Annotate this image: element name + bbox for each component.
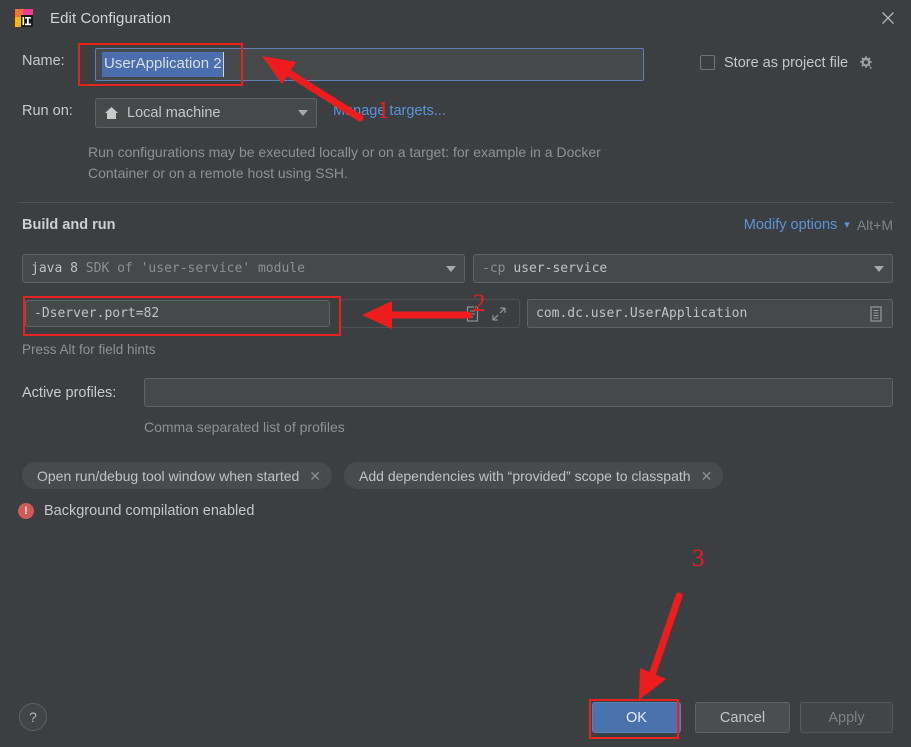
sdk-dropdown[interactable]: java 8 SDK of 'user-service' module [22, 254, 465, 283]
store-as-project-file-row[interactable]: Store as project file [700, 54, 874, 71]
sdk-primary: java 8 [31, 261, 78, 276]
vm-options-icon-group [340, 299, 520, 328]
option-chip-label: Add dependencies with “provided” scope t… [359, 467, 691, 484]
name-label: Name: [22, 53, 65, 69]
chip-close-icon[interactable]: ✕ [309, 469, 321, 483]
annotation-marker-2: 2 [473, 290, 486, 317]
option-chip[interactable]: Open run/debug tool window when started … [22, 462, 333, 489]
expand-icon[interactable] [491, 305, 507, 323]
apply-button: Apply [800, 702, 893, 733]
active-profiles-label: Active profiles: [22, 385, 117, 401]
name-input-value: UserApplication 2 [102, 52, 224, 77]
sdk-secondary: SDK of 'user-service' module [85, 261, 305, 276]
intellij-idea-icon [14, 8, 34, 28]
browse-class-icon[interactable] [868, 305, 884, 323]
annotation-marker-3: 3 [692, 545, 705, 572]
store-as-project-file-label: Store as project file [724, 54, 849, 71]
sdk-value: java 8 SDK of 'user-service' module [31, 261, 446, 276]
run-on-dropdown[interactable]: Local machine [95, 98, 317, 128]
annotation-marker-1: 1 [377, 97, 390, 124]
modify-options-shortcut: Alt+M [856, 217, 893, 233]
classpath-dropdown[interactable]: -cp user-service [473, 254, 893, 283]
chip-close-icon[interactable]: ✕ [701, 469, 713, 483]
vm-options-value: -Dserver.port=82 [34, 306, 160, 321]
status-message: Background compilation enabled [44, 503, 255, 519]
classpath-value: -cp user-service [482, 261, 874, 276]
option-chips: Open run/debug tool window when started … [22, 462, 724, 489]
cancel-button[interactable]: Cancel [695, 702, 790, 733]
option-chip[interactable]: Add dependencies with “provided” scope t… [344, 462, 724, 489]
classpath-module: user-service [513, 261, 608, 276]
title-bar: Edit Configuration [0, 0, 911, 36]
main-class-input[interactable]: com.dc.user.UserApplication [527, 299, 893, 328]
section-divider [18, 202, 893, 203]
close-icon[interactable] [865, 0, 911, 36]
chevron-down-icon [446, 265, 456, 272]
chevron-down-icon: ▾ [844, 218, 850, 231]
help-button[interactable]: ? [19, 703, 47, 731]
chevron-down-icon [298, 110, 308, 116]
vm-options-input[interactable]: -Dserver.port=82 [25, 300, 330, 327]
modify-options-row[interactable]: Modify options ▾ Alt+M [744, 217, 893, 233]
run-target-description: Run configurations may be executed local… [88, 144, 601, 181]
active-profiles-hint: Comma separated list of profiles [144, 419, 345, 435]
classpath-flag: -cp [482, 261, 506, 276]
run-on-value: Local machine [127, 105, 221, 121]
name-input[interactable]: UserApplication 2 [95, 48, 644, 81]
field-hint-text: Press Alt for field hints [22, 342, 156, 357]
active-profiles-input[interactable] [144, 378, 893, 407]
main-class-value: com.dc.user.UserApplication [536, 306, 748, 321]
build-and-run-title: Build and run [22, 217, 116, 233]
status-message-row: ! Background compilation enabled [18, 503, 254, 519]
option-chip-label: Open run/debug tool window when started [37, 467, 300, 484]
run-on-label: Run on: [22, 103, 73, 119]
gear-icon[interactable] [857, 54, 874, 71]
chevron-down-icon [874, 265, 884, 272]
ok-button[interactable]: OK [592, 702, 681, 733]
store-as-project-file-checkbox[interactable] [700, 55, 715, 70]
window-title: Edit Configuration [50, 9, 172, 27]
modify-options-link[interactable]: Modify options [744, 217, 838, 233]
error-icon: ! [18, 503, 34, 519]
home-icon [104, 106, 119, 120]
